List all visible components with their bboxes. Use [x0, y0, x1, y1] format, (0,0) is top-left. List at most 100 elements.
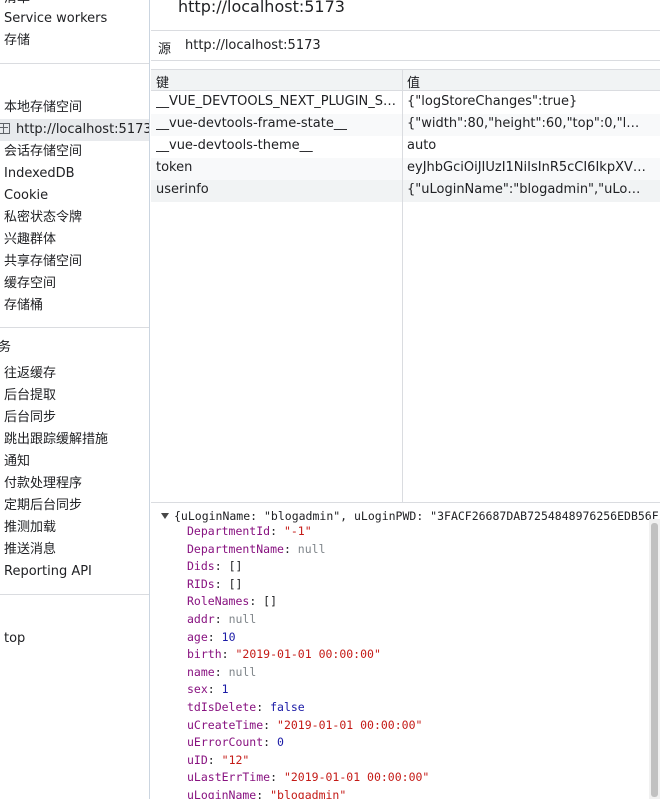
property-value: null [297, 541, 326, 556]
column-header-value[interactable]: 值 [407, 72, 420, 91]
property-value: [] [228, 576, 243, 591]
object-property: Dids: [] [187, 559, 242, 573]
table-row[interactable]: __VUE_DEVTOOLS_NEXT_PLUGIN_SETTINGS__ {"… [151, 92, 660, 114]
property-key: sex [187, 682, 208, 697]
property-separator: : [270, 770, 284, 785]
sidebar-item-reporting-api[interactable]: Reporting API [4, 561, 92, 583]
sidebar-item-bounce-tracking-mitigations[interactable]: 跳出跟踪缓解措施 [4, 429, 108, 451]
property-value: [] [228, 559, 243, 574]
sidebar-item-push-messaging[interactable]: 推送消息 [4, 539, 56, 561]
sidebar-item-notifications[interactable]: 通知 [4, 451, 30, 473]
property-separator: : [256, 788, 271, 799]
property-separator: : [214, 576, 229, 591]
sidebar-item-payment-handler[interactable]: 付款处理程序 [4, 473, 82, 495]
value-preview: {uLoginName: "blogadmin", uLoginPWD: "3F… [151, 504, 660, 799]
sidebar-divider [0, 327, 149, 328]
table-row[interactable]: token eyJhbGciOiJIUzI1NiIsInR5cCI6IkpXVC… [151, 158, 660, 180]
property-key: DepartmentId [187, 524, 271, 538]
property-key: tdIsDelete [187, 700, 257, 714]
expand-triangle-icon[interactable] [161, 513, 169, 519]
row-key: __VUE_DEVTOOLS_NEXT_PLUGIN_SETTINGS__ [156, 94, 397, 109]
sidebar-item-frame-top[interactable]: top [4, 628, 25, 650]
source-value: http://localhost:5173 [185, 38, 321, 53]
property-separator: : [263, 735, 278, 750]
property-separator: : [249, 594, 264, 609]
preview-scrollbar[interactable] [649, 519, 660, 799]
object-property: birth: "2019-01-01 00:00:00" [187, 647, 381, 661]
table-row[interactable]: __vue-devtools-theme__ auto [151, 136, 660, 158]
property-key: DepartmentName [187, 541, 284, 556]
row-key: __vue-devtools-frame-state__ [156, 116, 347, 131]
object-property: uCreateTime: "2019-01-01 00:00:00" [187, 718, 422, 732]
row-key: token [156, 160, 193, 175]
application-sidebar: 清单 Service workers 存储 本地存储空间 http://loca… [0, 0, 150, 799]
object-summary[interactable]: {uLoginName: "blogadmin", uLoginPWD: "3F… [161, 509, 660, 523]
sidebar-item-background-sync[interactable]: 后台同步 [4, 407, 56, 429]
property-key: uCreateTime [187, 717, 264, 732]
grid-header: 键 值 [151, 70, 660, 91]
property-key: RIDs [187, 576, 215, 591]
sidebar-divider [0, 594, 149, 595]
column-divider[interactable] [402, 70, 403, 502]
property-separator: : [214, 559, 229, 574]
row-value: {"uLoginName":"blogadmin","uLoginPWD":"3… [407, 182, 647, 197]
sidebar-item-storage-buckets[interactable]: 存储桶 [4, 295, 43, 317]
property-key: age [187, 629, 208, 644]
object-property: RoleNames: [] [187, 594, 277, 608]
object-property: uLoginName: "blogadmin" [187, 788, 346, 799]
property-separator: : [283, 541, 298, 556]
sidebar-item-back-forward-cache[interactable]: 往返缓存 [4, 363, 56, 385]
object-property: uLastErrTime: "2019-01-01 00:00:00" [187, 770, 429, 784]
sidebar-item-service-workers[interactable]: Service workers [4, 8, 107, 30]
property-separator: : [256, 700, 271, 714]
property-value: "2019-01-01 00:00:00" [283, 770, 430, 785]
storage-data-grid: 键 值 __VUE_DEVTOOLS_NEXT_PLUGIN_SETTINGS_… [151, 69, 660, 503]
property-key: name [187, 664, 215, 679]
property-key: uLoginName [187, 788, 257, 799]
sidebar-section-background-services[interactable]: 务 [0, 337, 11, 359]
property-separator: : [214, 612, 229, 626]
property-value: 1 [221, 682, 229, 697]
sidebar-item-session-storage[interactable]: 会话存储空间 [4, 141, 82, 163]
property-value: null [228, 612, 257, 626]
row-key: userinfo [156, 182, 209, 197]
sidebar-item-private-state-tokens[interactable]: 私密状态令牌 [4, 207, 82, 229]
object-property: RIDs: [] [187, 577, 242, 591]
sidebar-item-indexeddb[interactable]: IndexedDB [4, 163, 75, 185]
property-separator: : [207, 629, 222, 644]
object-property: addr: null [187, 612, 256, 626]
property-separator: : [214, 664, 229, 679]
object-property: DepartmentName: null [187, 542, 326, 556]
object-property: uID: "12" [187, 753, 249, 767]
table-row-selected[interactable]: userinfo {"uLoginName":"blogadmin","uLog… [151, 180, 660, 202]
sidebar-item-periodic-background-sync[interactable]: 定期后台同步 [4, 495, 82, 517]
property-key: uLastErrTime [187, 770, 271, 785]
object-property: sex: 1 [187, 682, 229, 696]
sidebar-item-local-storage[interactable]: 本地存储空间 [4, 97, 82, 119]
sidebar-item-shared-storage[interactable]: 共享存储空间 [4, 251, 82, 273]
sidebar-item-interest-groups[interactable]: 兴趣群体 [4, 229, 56, 251]
table-row[interactable]: __vue-devtools-frame-state__ {"width":80… [151, 114, 660, 136]
property-value: "-1" [283, 524, 312, 538]
sidebar-item-cookie[interactable]: Cookie [4, 185, 48, 207]
sidebar-item-localhost-origin[interactable]: http://localhost:5173 [0, 119, 149, 141]
row-value: auto [407, 138, 437, 153]
sidebar-item-cache-storage[interactable]: 缓存空间 [4, 273, 56, 295]
property-separator: : [263, 717, 278, 732]
property-value: null [228, 664, 257, 679]
column-header-key[interactable]: 键 [156, 72, 169, 91]
sidebar-divider [0, 63, 149, 64]
source-bar: 源 http://localhost:5173 [151, 30, 660, 61]
source-label: 源 [158, 42, 172, 57]
sidebar-item-background-fetch[interactable]: 后台提取 [4, 385, 56, 407]
scrollbar-thumb[interactable] [651, 523, 658, 797]
property-separator: : [221, 647, 236, 662]
sidebar-item-speculative-loads[interactable]: 推测加载 [4, 517, 56, 539]
sidebar-item-storage[interactable]: 存储 [4, 30, 30, 52]
property-key: RoleNames [187, 594, 250, 609]
property-key: birth [187, 647, 222, 662]
property-key: uID [187, 752, 208, 767]
row-value: {"logStoreChanges":true} [407, 94, 578, 109]
property-separator: : [207, 682, 222, 697]
table-icon [0, 123, 10, 134]
